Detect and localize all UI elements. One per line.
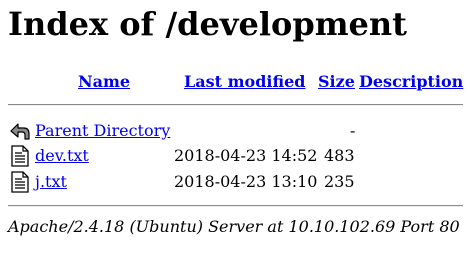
column-header-name[interactable]: Name bbox=[78, 72, 130, 92]
table-row-name[interactable]: j.txt bbox=[35, 172, 67, 192]
column-header-description[interactable]: Description bbox=[359, 72, 463, 92]
sort-by-last-modified-link[interactable]: Last modified bbox=[184, 72, 305, 91]
page-title: Index of /development bbox=[8, 5, 407, 43]
footer-divider bbox=[8, 205, 463, 207]
table-row-name[interactable]: Parent Directory bbox=[35, 121, 170, 141]
table-row-last-modified: 2018-04-23 14:52 bbox=[174, 146, 318, 165]
sort-by-description-link[interactable]: Description bbox=[359, 72, 463, 91]
back-arrow-icon bbox=[10, 120, 30, 142]
table-row-last-modified: 2018-04-23 13:10 bbox=[174, 172, 318, 191]
sort-by-name-link[interactable]: Name bbox=[78, 72, 130, 91]
column-header-last-modified[interactable]: Last modified bbox=[184, 72, 305, 92]
text-file-icon bbox=[10, 145, 30, 167]
table-row-name[interactable]: dev.txt bbox=[35, 146, 89, 166]
table-row-size: 483 bbox=[324, 146, 355, 165]
sort-by-size-link[interactable]: Size bbox=[318, 72, 355, 91]
text-file-icon bbox=[10, 171, 30, 193]
column-header-size[interactable]: Size bbox=[318, 72, 355, 92]
table-row-size: 235 bbox=[324, 172, 355, 191]
file-link-j-txt[interactable]: j.txt bbox=[35, 172, 67, 191]
table-row-size: - bbox=[350, 121, 356, 140]
file-link-dev-txt[interactable]: dev.txt bbox=[35, 146, 89, 165]
server-signature: Apache/2.4.18 (Ubuntu) Server at 10.10.1… bbox=[8, 217, 460, 236]
header-divider bbox=[8, 104, 463, 106]
parent-directory-link[interactable]: Parent Directory bbox=[35, 121, 170, 140]
